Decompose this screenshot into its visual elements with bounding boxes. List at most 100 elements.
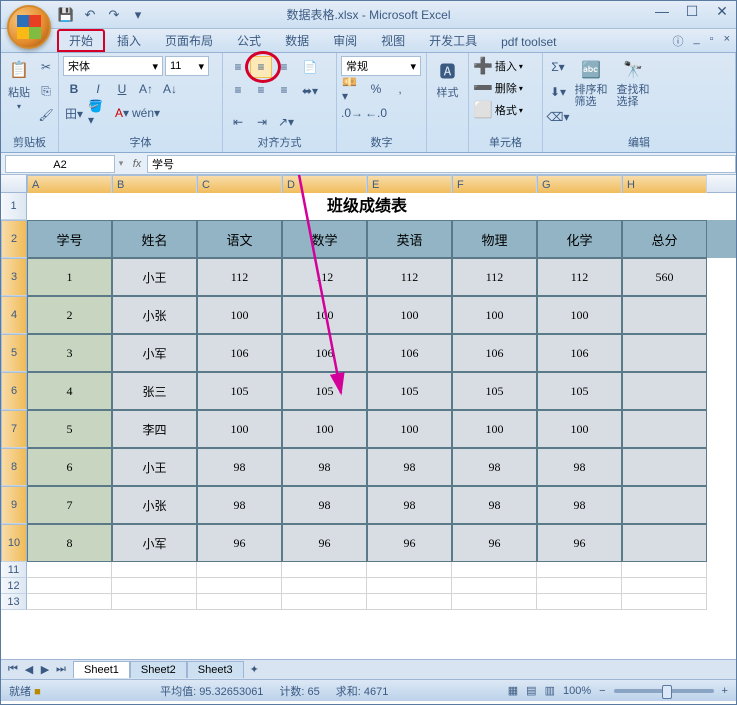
font-size-select[interactable]: 11▾	[165, 56, 209, 76]
table-cell[interactable]	[622, 448, 707, 486]
empty-cell[interactable]	[282, 594, 367, 610]
shrink-font-icon[interactable]: A↓	[159, 78, 181, 100]
empty-cell[interactable]	[112, 594, 197, 610]
italic-button[interactable]: I	[87, 78, 109, 100]
row-header[interactable]: 2	[1, 220, 27, 258]
table-cell[interactable]: 105	[452, 372, 537, 410]
table-cell[interactable]: 98	[537, 486, 622, 524]
table-cell[interactable]: 李四	[112, 410, 197, 448]
sheet-tab-1[interactable]: Sheet1	[73, 661, 130, 678]
row-header[interactable]: 12	[1, 578, 27, 594]
number-format-select[interactable]: 常规▾	[341, 56, 421, 76]
row-header[interactable]: 4	[1, 296, 27, 334]
sheet-tab-3[interactable]: Sheet3	[187, 661, 244, 678]
cut-icon[interactable]: ✂	[35, 56, 57, 78]
table-cell[interactable]: 96	[452, 524, 537, 562]
table-cell[interactable]: 小王	[112, 448, 197, 486]
row-header[interactable]: 13	[1, 594, 27, 610]
prev-sheet-icon[interactable]: ◀	[21, 663, 37, 676]
qat-dropdown-icon[interactable]: ▾	[129, 6, 147, 24]
table-cell[interactable]: 112	[282, 258, 367, 296]
empty-cell[interactable]	[537, 562, 622, 578]
insert-cells-button[interactable]: ➕插入▾	[473, 56, 523, 76]
table-header-cell[interactable]: 数学	[282, 220, 367, 258]
table-cell[interactable]: 98	[197, 486, 282, 524]
table-cell[interactable]: 98	[367, 486, 452, 524]
delete-cells-button[interactable]: ➖删除▾	[473, 78, 523, 98]
undo-icon[interactable]: ↶	[81, 6, 99, 24]
align-right-icon[interactable]: ≡	[273, 79, 295, 101]
next-sheet-icon[interactable]: ▶	[37, 663, 53, 676]
empty-cell[interactable]	[537, 594, 622, 610]
fill-color-button[interactable]: 🪣▾	[87, 102, 109, 124]
row-header[interactable]: 9	[1, 486, 27, 524]
comma-button[interactable]: ,	[389, 78, 411, 100]
tab-pdf[interactable]: pdf toolset	[489, 32, 568, 52]
empty-cell[interactable]	[622, 562, 707, 578]
align-top-right-icon[interactable]: ≡	[273, 56, 295, 78]
table-cell[interactable]: 96	[537, 524, 622, 562]
bold-button[interactable]: B	[63, 78, 85, 100]
increase-indent-icon[interactable]: ⇥	[251, 111, 273, 133]
view-layout-icon[interactable]: ▤	[526, 684, 536, 697]
empty-cell[interactable]	[452, 562, 537, 578]
table-cell[interactable]: 112	[197, 258, 282, 296]
tab-review[interactable]: 审阅	[321, 29, 369, 52]
table-cell[interactable]	[622, 372, 707, 410]
table-cell[interactable]	[622, 410, 707, 448]
font-name-select[interactable]: 宋体▾	[63, 56, 163, 76]
table-cell[interactable]: 96	[197, 524, 282, 562]
view-pagebreak-icon[interactable]: ▥	[545, 684, 555, 697]
clear-button[interactable]: ⌫▾	[547, 106, 569, 128]
styles-button[interactable]: 🅰 样式	[431, 56, 464, 102]
table-cell[interactable]: 100	[367, 410, 452, 448]
table-cell[interactable]: 100	[197, 410, 282, 448]
sheet-tab-2[interactable]: Sheet2	[130, 661, 187, 678]
tab-formulas[interactable]: 公式	[225, 29, 273, 52]
align-left-icon[interactable]: ≡	[227, 79, 249, 101]
sort-filter-button[interactable]: 🔤 排序和 筛选	[571, 56, 611, 110]
fill-button[interactable]: ⬇▾	[547, 81, 569, 103]
empty-cell[interactable]	[27, 578, 112, 594]
paste-button[interactable]: 📋 粘贴 ▾	[5, 56, 33, 113]
table-cell[interactable]: 张三	[112, 372, 197, 410]
row-header[interactable]: 5	[1, 334, 27, 372]
column-header[interactable]: D	[282, 175, 367, 195]
tab-home[interactable]: 开始	[57, 29, 105, 52]
column-header[interactable]: H	[622, 175, 707, 195]
table-cell[interactable]: 96	[282, 524, 367, 562]
table-cell[interactable]: 98	[282, 486, 367, 524]
table-cell[interactable]: 106	[197, 334, 282, 372]
maximize-icon[interactable]: ☐	[684, 3, 700, 19]
fx-icon[interactable]: fx	[127, 158, 147, 170]
table-cell[interactable]: 105	[537, 372, 622, 410]
table-cell[interactable]: 100	[452, 296, 537, 334]
table-cell[interactable]: 小军	[112, 334, 197, 372]
empty-cell[interactable]	[197, 578, 282, 594]
empty-cell[interactable]	[112, 562, 197, 578]
last-sheet-icon[interactable]: ⏭	[53, 663, 69, 676]
table-cell[interactable]: 98	[452, 486, 537, 524]
table-cell[interactable]: 100	[282, 296, 367, 334]
table-cell[interactable]: 106	[367, 334, 452, 372]
redo-icon[interactable]: ↷	[105, 6, 123, 24]
zoom-out-icon[interactable]: −	[599, 685, 605, 697]
table-cell[interactable]: 105	[367, 372, 452, 410]
copy-icon[interactable]: ⎘	[35, 80, 57, 102]
table-cell[interactable]: 100	[282, 410, 367, 448]
phonetic-button[interactable]: wén▾	[135, 102, 157, 124]
ribbon-minimize-icon[interactable]: _	[694, 33, 700, 49]
table-header-cell[interactable]: 总分	[622, 220, 707, 258]
table-cell[interactable]: 106	[537, 334, 622, 372]
row-header[interactable]: 7	[1, 410, 27, 448]
empty-cell[interactable]	[452, 594, 537, 610]
column-header[interactable]: B	[112, 175, 197, 195]
table-cell[interactable]: 98	[537, 448, 622, 486]
empty-cell[interactable]	[27, 594, 112, 610]
format-cells-button[interactable]: ⬜格式▾	[473, 100, 523, 120]
align-top-center-icon[interactable]: ≡	[250, 56, 272, 78]
table-cell[interactable]: 5	[27, 410, 112, 448]
table-cell[interactable]	[622, 296, 707, 334]
minimize-icon[interactable]: —	[654, 3, 670, 19]
office-button[interactable]	[7, 5, 51, 49]
